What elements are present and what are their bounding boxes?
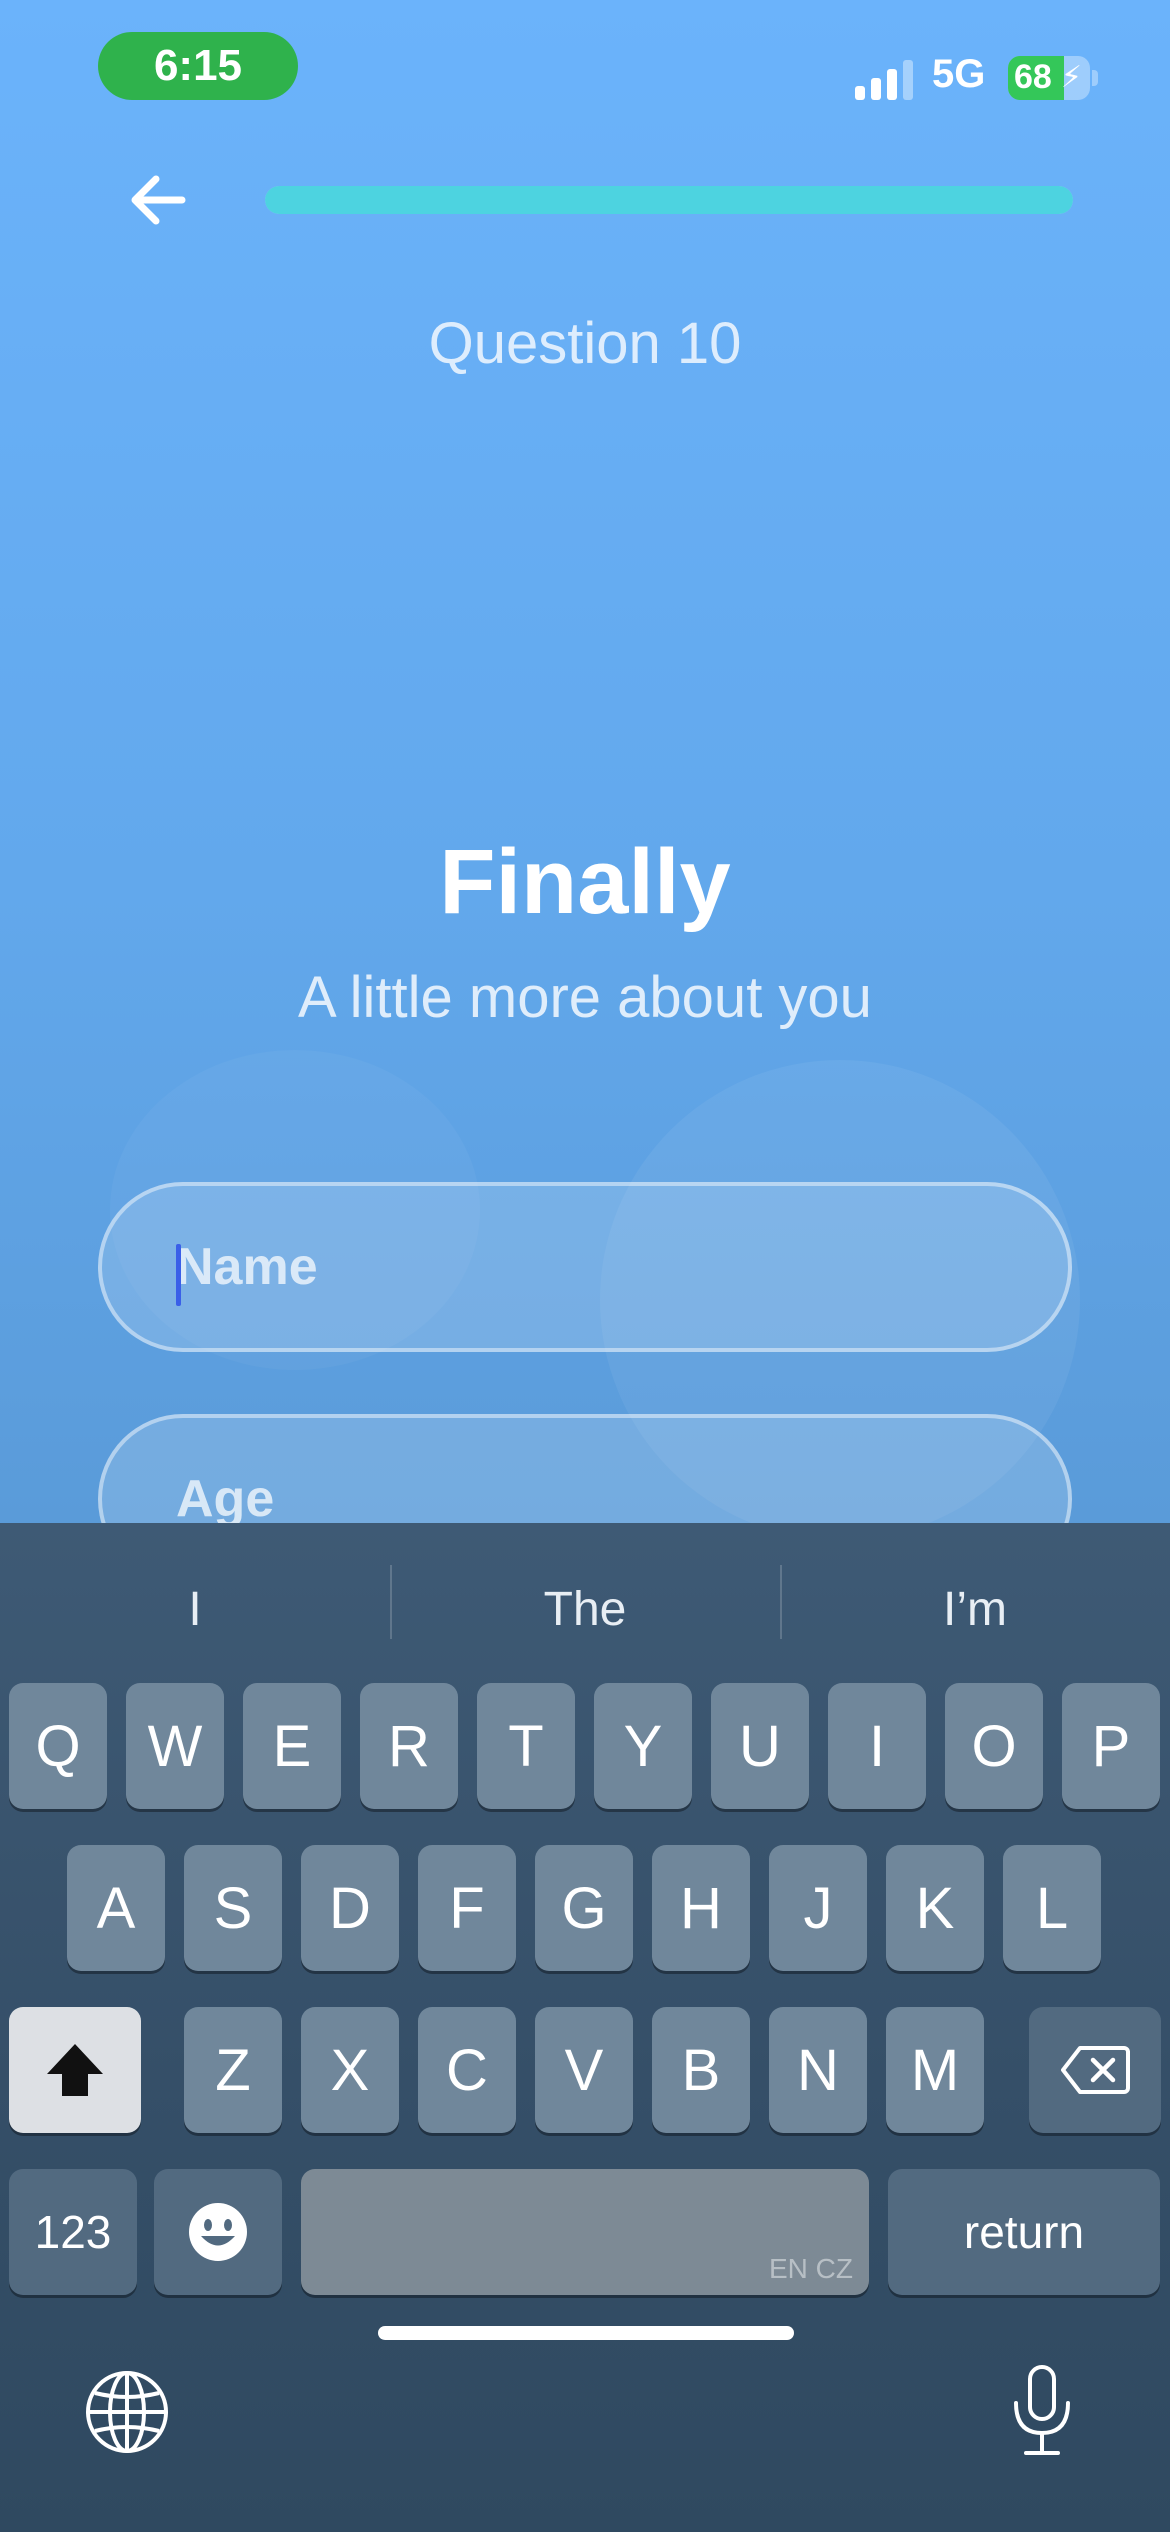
key-h[interactable]: H	[652, 1845, 750, 1971]
key-q[interactable]: Q	[9, 1683, 107, 1809]
globe-icon[interactable]	[84, 2369, 170, 2455]
suggestion-item[interactable]: I	[0, 1553, 390, 1665]
key-p[interactable]: P	[1062, 1683, 1160, 1809]
shift-arrow-icon	[47, 2044, 103, 2096]
network-type: 5G	[932, 52, 986, 96]
question-label: Question 10	[428, 311, 742, 376]
name-field[interactable]	[98, 1182, 1072, 1352]
keyboard: I The I’m Q W E R T Y U I O P A S D F G …	[0, 1523, 1170, 2532]
charging-bolt-icon: ⚡	[1060, 61, 1082, 94]
key-z[interactable]: Z	[184, 2007, 282, 2133]
key-n[interactable]: N	[769, 2007, 867, 2133]
suggestion-bar: I The I’m	[0, 1553, 1170, 1665]
cellular-signal-icon	[855, 60, 913, 100]
name-input[interactable]	[176, 1186, 996, 1348]
key-t[interactable]: T	[477, 1683, 575, 1809]
page-subtitle: A little more about you	[298, 965, 872, 1030]
battery-percent: 68	[1014, 58, 1052, 96]
shift-key[interactable]	[9, 2007, 141, 2133]
status-bar: 6:15 5G 68 ⚡	[0, 0, 1170, 140]
battery-icon: 68 ⚡	[1008, 56, 1090, 100]
progress-fill	[265, 186, 1073, 214]
battery-nub	[1092, 70, 1098, 86]
key-b[interactable]: B	[652, 2007, 750, 2133]
key-f[interactable]: F	[418, 1845, 516, 1971]
key-l[interactable]: L	[1003, 1845, 1101, 1971]
suggestion-item[interactable]: The	[390, 1553, 780, 1665]
status-time: 6:15	[98, 32, 298, 100]
delete-key[interactable]	[1029, 2007, 1161, 2133]
progress-bar	[265, 186, 1073, 214]
back-button[interactable]	[118, 164, 198, 236]
numbers-key[interactable]: 123	[9, 2169, 137, 2295]
key-o[interactable]: O	[945, 1683, 1043, 1809]
key-w[interactable]: W	[126, 1683, 224, 1809]
arrow-left-icon	[131, 175, 186, 225]
key-e[interactable]: E	[243, 1683, 341, 1809]
emoji-icon	[189, 2203, 247, 2261]
emoji-key[interactable]	[154, 2169, 282, 2295]
key-j[interactable]: J	[769, 1845, 867, 1971]
key-y[interactable]: Y	[594, 1683, 692, 1809]
page-title: Finally	[439, 831, 731, 933]
home-indicator	[378, 2326, 794, 2340]
key-d[interactable]: D	[301, 1845, 399, 1971]
key-u[interactable]: U	[711, 1683, 809, 1809]
key-g[interactable]: G	[535, 1845, 633, 1971]
key-m[interactable]: M	[886, 2007, 984, 2133]
text-caret	[176, 1244, 181, 1306]
key-a[interactable]: A	[67, 1845, 165, 1971]
key-x[interactable]: X	[301, 2007, 399, 2133]
key-k[interactable]: K	[886, 1845, 984, 1971]
key-v[interactable]: V	[535, 2007, 633, 2133]
microphone-icon[interactable]	[1010, 2363, 1074, 2459]
suggestion-item[interactable]: I’m	[780, 1553, 1170, 1665]
key-s[interactable]: S	[184, 1845, 282, 1971]
return-key[interactable]: return	[888, 2169, 1160, 2295]
backspace-icon	[1061, 2046, 1130, 2094]
space-key[interactable]: EN CZ	[301, 2169, 869, 2295]
key-r[interactable]: R	[360, 1683, 458, 1809]
key-c[interactable]: C	[418, 2007, 516, 2133]
key-i[interactable]: I	[828, 1683, 926, 1809]
space-language-label: EN CZ	[769, 2253, 853, 2284]
